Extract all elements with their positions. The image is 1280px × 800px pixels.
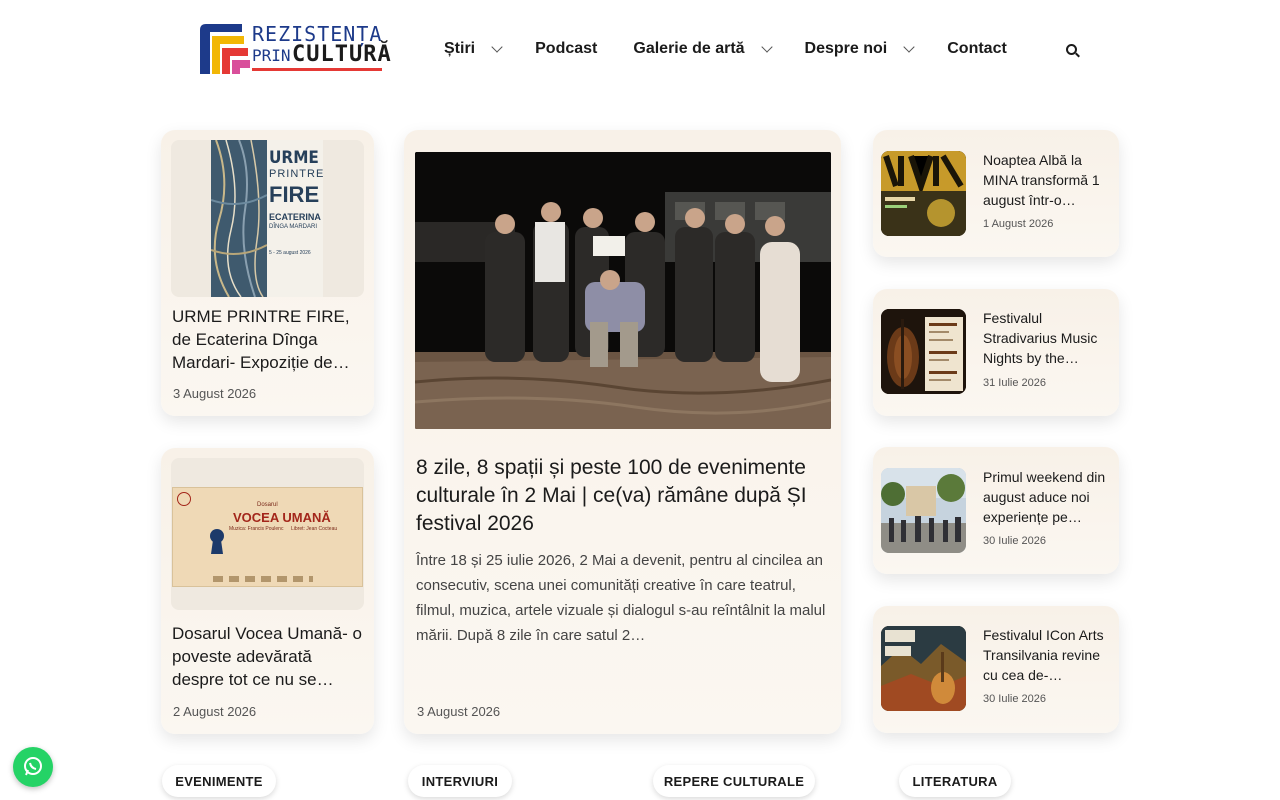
article-card-small[interactable]: Festivalul Stradivarius Music Nights by … [873,289,1119,416]
logo-underline [252,68,382,71]
article-thumbnail[interactable] [881,151,966,236]
search-icon [1065,43,1077,55]
poster-title: FIRE [269,182,320,207]
article-card[interactable]: Dosarul VOCEA UMANĂ Muzica: Francis Poul… [161,448,374,734]
poster-credit: Muzica: Francis Poulenc [229,526,284,532]
article-title[interactable]: URME PRINTRE FIRE, de Ecaterina Dînga Ma… [172,305,367,374]
article-card-small[interactable]: Noaptea Albă la MINA transformă 1 august… [873,130,1119,257]
article-title[interactable]: Dosarul Vocea Umană- o poveste adevărată… [172,622,367,691]
chevron-down-icon [903,41,915,53]
article-title[interactable]: Primul weekend din august aduce noi expe… [983,467,1111,527]
street-crowd-photo [881,468,966,553]
nav-item-galerie[interactable]: Galerie de artă [633,40,773,58]
stradivarius-poster [881,309,966,394]
nav-label: Contact [947,40,1007,57]
article-card-small[interactable]: Primul weekend din august aduce noi expe… [873,447,1119,574]
nav-item-contact[interactable]: Contact [947,40,1007,58]
nav-label: Despre noi [804,40,888,57]
poster-dates: 5 - 25 august 2026 [269,250,311,256]
nav-label: Știri [444,40,476,57]
site-header: REZISTENȚA PRIN CULTURĂ Știri Podcast Ga… [0,0,1280,100]
nav-item-despre[interactable]: Despre noi [804,40,915,58]
category-evenimente-button[interactable]: EVENIMENTE [162,765,276,797]
logo-line-2a: PRIN [252,46,291,65]
article-title[interactable]: Noaptea Albă la MINA transformă 1 august… [983,150,1111,210]
article-thumbnail[interactable] [881,468,966,553]
featured-article-card[interactable]: 8 zile, 8 spații și peste 100 de evenime… [404,130,841,734]
article-thumbnail[interactable]: URME PRINTRE FIRE ECATERINA DÎNGA MARDAR… [171,140,364,297]
category-literatura-button[interactable]: LITERATURA [899,765,1011,797]
logo-line-2b: CULTURĂ [292,42,392,67]
article-thumbnail[interactable] [881,309,966,394]
article-title[interactable]: Festivalul ICon Arts Transilvania revine… [983,625,1111,685]
nav-label: Podcast [535,40,598,57]
article-date: 2 August 2026 [173,704,257,719]
festival-group-photo [415,152,831,429]
article-date: 1 August 2026 [983,218,1054,230]
poster-title: URME [269,148,319,168]
article-date: 3 August 2026 [417,704,501,719]
featured-article-image[interactable] [415,152,831,429]
noaptea-alba-poster [881,151,966,236]
nav-item-podcast[interactable]: Podcast [535,40,597,58]
poster-label: Dosarul [257,502,278,508]
article-card-small[interactable]: Festivalul ICon Arts Transilvania revine… [873,606,1119,733]
search-button[interactable] [1056,34,1086,64]
category-interviuri-button[interactable]: INTERVIURI [408,765,512,797]
whatsapp-icon [24,757,42,776]
chevron-down-icon [760,41,773,53]
article-title[interactable]: Festivalul Stradivarius Music Nights by … [983,308,1111,368]
whatsapp-chat-button[interactable] [13,747,53,787]
poster-artist: DÎNGA MARDARI [269,224,318,230]
article-thumbnail[interactable] [881,626,966,711]
article-date: 31 Iulie 2026 [983,377,1046,389]
keyhole-icon [210,529,224,554]
article-date: 30 Iulie 2026 [983,535,1046,547]
poster-credit: Libret: Jean Cocteau [291,526,338,532]
site-logo[interactable]: REZISTENȚA PRIN CULTURĂ [196,20,391,76]
article-card[interactable]: URME PRINTRE FIRE ECATERINA DÎNGA MARDAR… [161,130,374,416]
nav-label: Galerie de artă [633,40,745,57]
artwork-threads-image [211,140,267,297]
chevron-down-icon [491,41,503,53]
poster-title: PRINTRE [269,168,325,180]
nav-item-stiri[interactable]: Știri [444,40,503,58]
featured-article-title[interactable]: 8 zile, 8 spații și peste 100 de evenime… [416,454,826,538]
article-thumbnail[interactable]: Dosarul VOCEA UMANĂ Muzica: Francis Poul… [171,458,364,610]
featured-article-excerpt: Între 18 și 25 iulie 2026, 2 Mai a deven… [416,552,826,644]
category-repere-culturale-button[interactable]: REPERE CULTURALE [653,765,815,797]
main-nav: Știri Podcast Galerie de artă Despre noi… [444,37,1007,61]
poster-title: VOCEA UMANĂ [233,510,331,525]
icon-arts-poster [881,626,966,711]
article-date: 30 Iulie 2026 [983,693,1046,705]
article-date: 3 August 2026 [173,386,257,401]
poster-artist: ECATERINA [269,212,321,222]
logo-mark-icon [200,24,250,74]
